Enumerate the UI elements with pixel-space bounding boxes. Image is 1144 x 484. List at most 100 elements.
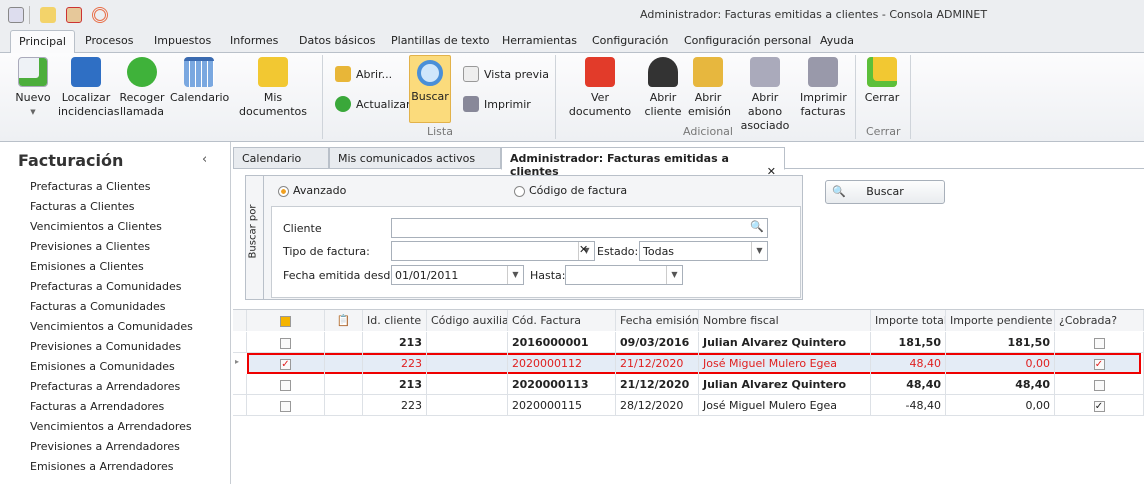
- select-cell[interactable]: [247, 332, 325, 353]
- cobrada-cell[interactable]: [1055, 374, 1144, 395]
- abrir-cliente-button[interactable]: Abrir cliente: [644, 57, 682, 119]
- sidebar-item[interactable]: Prefacturas a Clientes: [30, 180, 151, 193]
- abrir-emision-button[interactable]: Abrir emisión: [688, 57, 731, 119]
- check-column-header[interactable]: 📋: [325, 310, 363, 331]
- doctab-calendario[interactable]: Calendario: [233, 147, 329, 169]
- tab-configuracion[interactable]: Configuración: [592, 34, 668, 47]
- imprimir-button[interactable]: Imprimir: [463, 96, 531, 112]
- sidebar-item[interactable]: Facturas a Arrendadores: [30, 400, 164, 413]
- row-checkbox[interactable]: ✓: [280, 358, 291, 370]
- doctab-comunicados[interactable]: Mis comunicados activos: [329, 147, 501, 169]
- sidebar-item[interactable]: Emisiones a Clientes: [30, 260, 144, 273]
- actualizar-button[interactable]: Actualizar: [335, 96, 411, 112]
- row-indicator[interactable]: [233, 374, 247, 395]
- abrir-abono-button[interactable]: Abrir abono asociado: [734, 57, 796, 133]
- cobrada-checkbox[interactable]: ✓: [1093, 358, 1105, 370]
- select-cell[interactable]: [247, 395, 325, 416]
- broadcast-icon[interactable]: [92, 7, 108, 23]
- tab-configuracion-personal[interactable]: Configuración personal: [684, 34, 811, 47]
- sidebar-item[interactable]: Vencimientos a Clientes: [30, 220, 162, 233]
- sidebar-item[interactable]: Facturas a Clientes: [30, 200, 134, 213]
- cobrada-checkbox[interactable]: [1093, 379, 1105, 391]
- cobrada-cell[interactable]: [1055, 332, 1144, 353]
- doctab-facturas[interactable]: Administrador: Facturas emitidas a clien…: [501, 147, 785, 178]
- clear-icon[interactable]: ✕: [579, 243, 588, 256]
- select-all-checkbox[interactable]: [280, 315, 291, 327]
- tab-plantillas[interactable]: Plantillas de texto: [391, 34, 490, 47]
- column-header-nombre-fiscal[interactable]: Nombre fiscal: [699, 310, 871, 331]
- sidebar-item[interactable]: Prefacturas a Comunidades: [30, 280, 182, 293]
- importe-pendiente-cell: 0,00: [946, 395, 1055, 416]
- hasta-input[interactable]: ▼: [565, 265, 683, 285]
- cobrada-checkbox[interactable]: ✓: [1093, 400, 1105, 412]
- sidebar-item[interactable]: Emisiones a Comunidades: [30, 360, 175, 373]
- vista-previa-button[interactable]: Vista previa: [463, 66, 549, 82]
- sidebar-item[interactable]: Emisiones a Arrendadores: [30, 460, 174, 473]
- cod-factura-cell: 2020000115: [508, 395, 616, 416]
- recoger-llamada-button[interactable]: Recoger llamada: [118, 57, 166, 119]
- sidebar-item[interactable]: Previsiones a Clientes: [30, 240, 150, 253]
- select-cell[interactable]: [247, 374, 325, 395]
- sidebar-item[interactable]: Vencimientos a Comunidades: [30, 320, 193, 333]
- table-row[interactable]: ▸ ✓ 223 2020000112 21/12/2020 José Miguel Mul…: [235, 353, 1144, 374]
- cobrada-cell[interactable]: ✓: [1055, 395, 1144, 416]
- chevron-down-icon[interactable]: ▼: [666, 266, 682, 284]
- chevron-down-icon[interactable]: ▼: [751, 242, 767, 260]
- mail-icon[interactable]: [40, 7, 56, 23]
- fecha-desde-input[interactable]: 01/01/2011 ▼: [391, 265, 524, 285]
- row-checkbox[interactable]: [280, 379, 291, 391]
- column-header-cod-factura[interactable]: Cód. Factura: [508, 310, 616, 331]
- sidebar-item[interactable]: Facturas a Comunidades: [30, 300, 165, 313]
- search-button[interactable]: 🔍 Buscar: [825, 180, 945, 204]
- estado-select[interactable]: Todas ▼: [639, 241, 768, 261]
- calendario-button[interactable]: Calendario: [170, 57, 229, 105]
- table-row[interactable]: 223 2020000115 28/12/2020 José Miguel Muler…: [233, 395, 1144, 416]
- column-header-codigo-auxiliar[interactable]: Código auxiliar: [427, 310, 508, 331]
- mis-documentos-button[interactable]: Mis documentos: [232, 57, 314, 119]
- nombre-fiscal-cell: José Miguel Mulero Egea: [699, 353, 871, 374]
- search-icon[interactable]: 🔍: [750, 220, 764, 233]
- tab-procesos[interactable]: Procesos: [85, 34, 133, 47]
- sidebar-item[interactable]: Previsiones a Arrendadores: [30, 440, 180, 453]
- row-indicator[interactable]: [233, 395, 247, 416]
- localizar-incidencias-button[interactable]: Localizar incidencias: [58, 57, 119, 119]
- select-cell[interactable]: ✓: [247, 353, 325, 374]
- tab-datos-basicos[interactable]: Datos básicos: [299, 34, 376, 47]
- collapse-icon[interactable]: ‹: [202, 152, 207, 167]
- radio-codigo-factura[interactable]: Código de factura: [514, 184, 627, 197]
- sidebar-item[interactable]: Prefacturas a Arrendadores: [30, 380, 180, 393]
- abrir-button[interactable]: Abrir...: [335, 66, 392, 82]
- table-row[interactable]: 213 2016000001 09/03/2016 Julian Alvarez Qu…: [233, 332, 1144, 353]
- cliente-input[interactable]: [391, 218, 768, 238]
- nuevo-button[interactable]: Nuevo ▼: [14, 57, 52, 119]
- cerrar-button[interactable]: Cerrar: [862, 57, 902, 105]
- radio-avanzado[interactable]: Avanzado: [278, 184, 346, 197]
- clipboard-icon[interactable]: [66, 7, 82, 23]
- tipo-factura-select[interactable]: ▼: [391, 241, 595, 261]
- table-row[interactable]: 213 2020000113 21/12/2020 Julian Alvarez Qu…: [233, 374, 1144, 395]
- chevron-down-icon[interactable]: ▼: [507, 266, 523, 284]
- tab-principal[interactable]: Principal: [10, 30, 75, 54]
- divider: [29, 6, 30, 24]
- column-header-fecha-emision[interactable]: Fecha emisión: [616, 310, 699, 331]
- app-icon[interactable]: [8, 7, 24, 23]
- ver-documento-button[interactable]: Ver documento: [562, 57, 638, 119]
- row-indicator[interactable]: [233, 332, 247, 353]
- column-header-id-cliente[interactable]: Id. cliente: [363, 310, 427, 331]
- column-header-cobrada[interactable]: ¿Cobrada?: [1055, 310, 1144, 331]
- cobrada-checkbox[interactable]: [1093, 337, 1105, 349]
- tab-impuestos[interactable]: Impuestos: [154, 34, 211, 47]
- tab-herramientas[interactable]: Herramientas: [502, 34, 577, 47]
- row-checkbox[interactable]: [280, 400, 291, 412]
- buscar-button[interactable]: Buscar: [409, 55, 451, 123]
- sidebar-item[interactable]: Previsiones a Comunidades: [30, 340, 181, 353]
- cobrada-cell[interactable]: ✓: [1055, 353, 1144, 374]
- tab-ayuda[interactable]: Ayuda: [820, 34, 854, 47]
- row-checkbox[interactable]: [280, 337, 291, 349]
- imprimir-facturas-button[interactable]: Imprimir facturas: [800, 57, 847, 119]
- sidebar-item[interactable]: Vencimientos a Arrendadores: [30, 420, 192, 433]
- tab-informes[interactable]: Informes: [230, 34, 278, 47]
- select-column-header[interactable]: [247, 310, 325, 331]
- column-header-importe-total[interactable]: Importe total: [871, 310, 946, 331]
- column-header-importe-pendiente[interactable]: Importe pendiente: [946, 310, 1055, 331]
